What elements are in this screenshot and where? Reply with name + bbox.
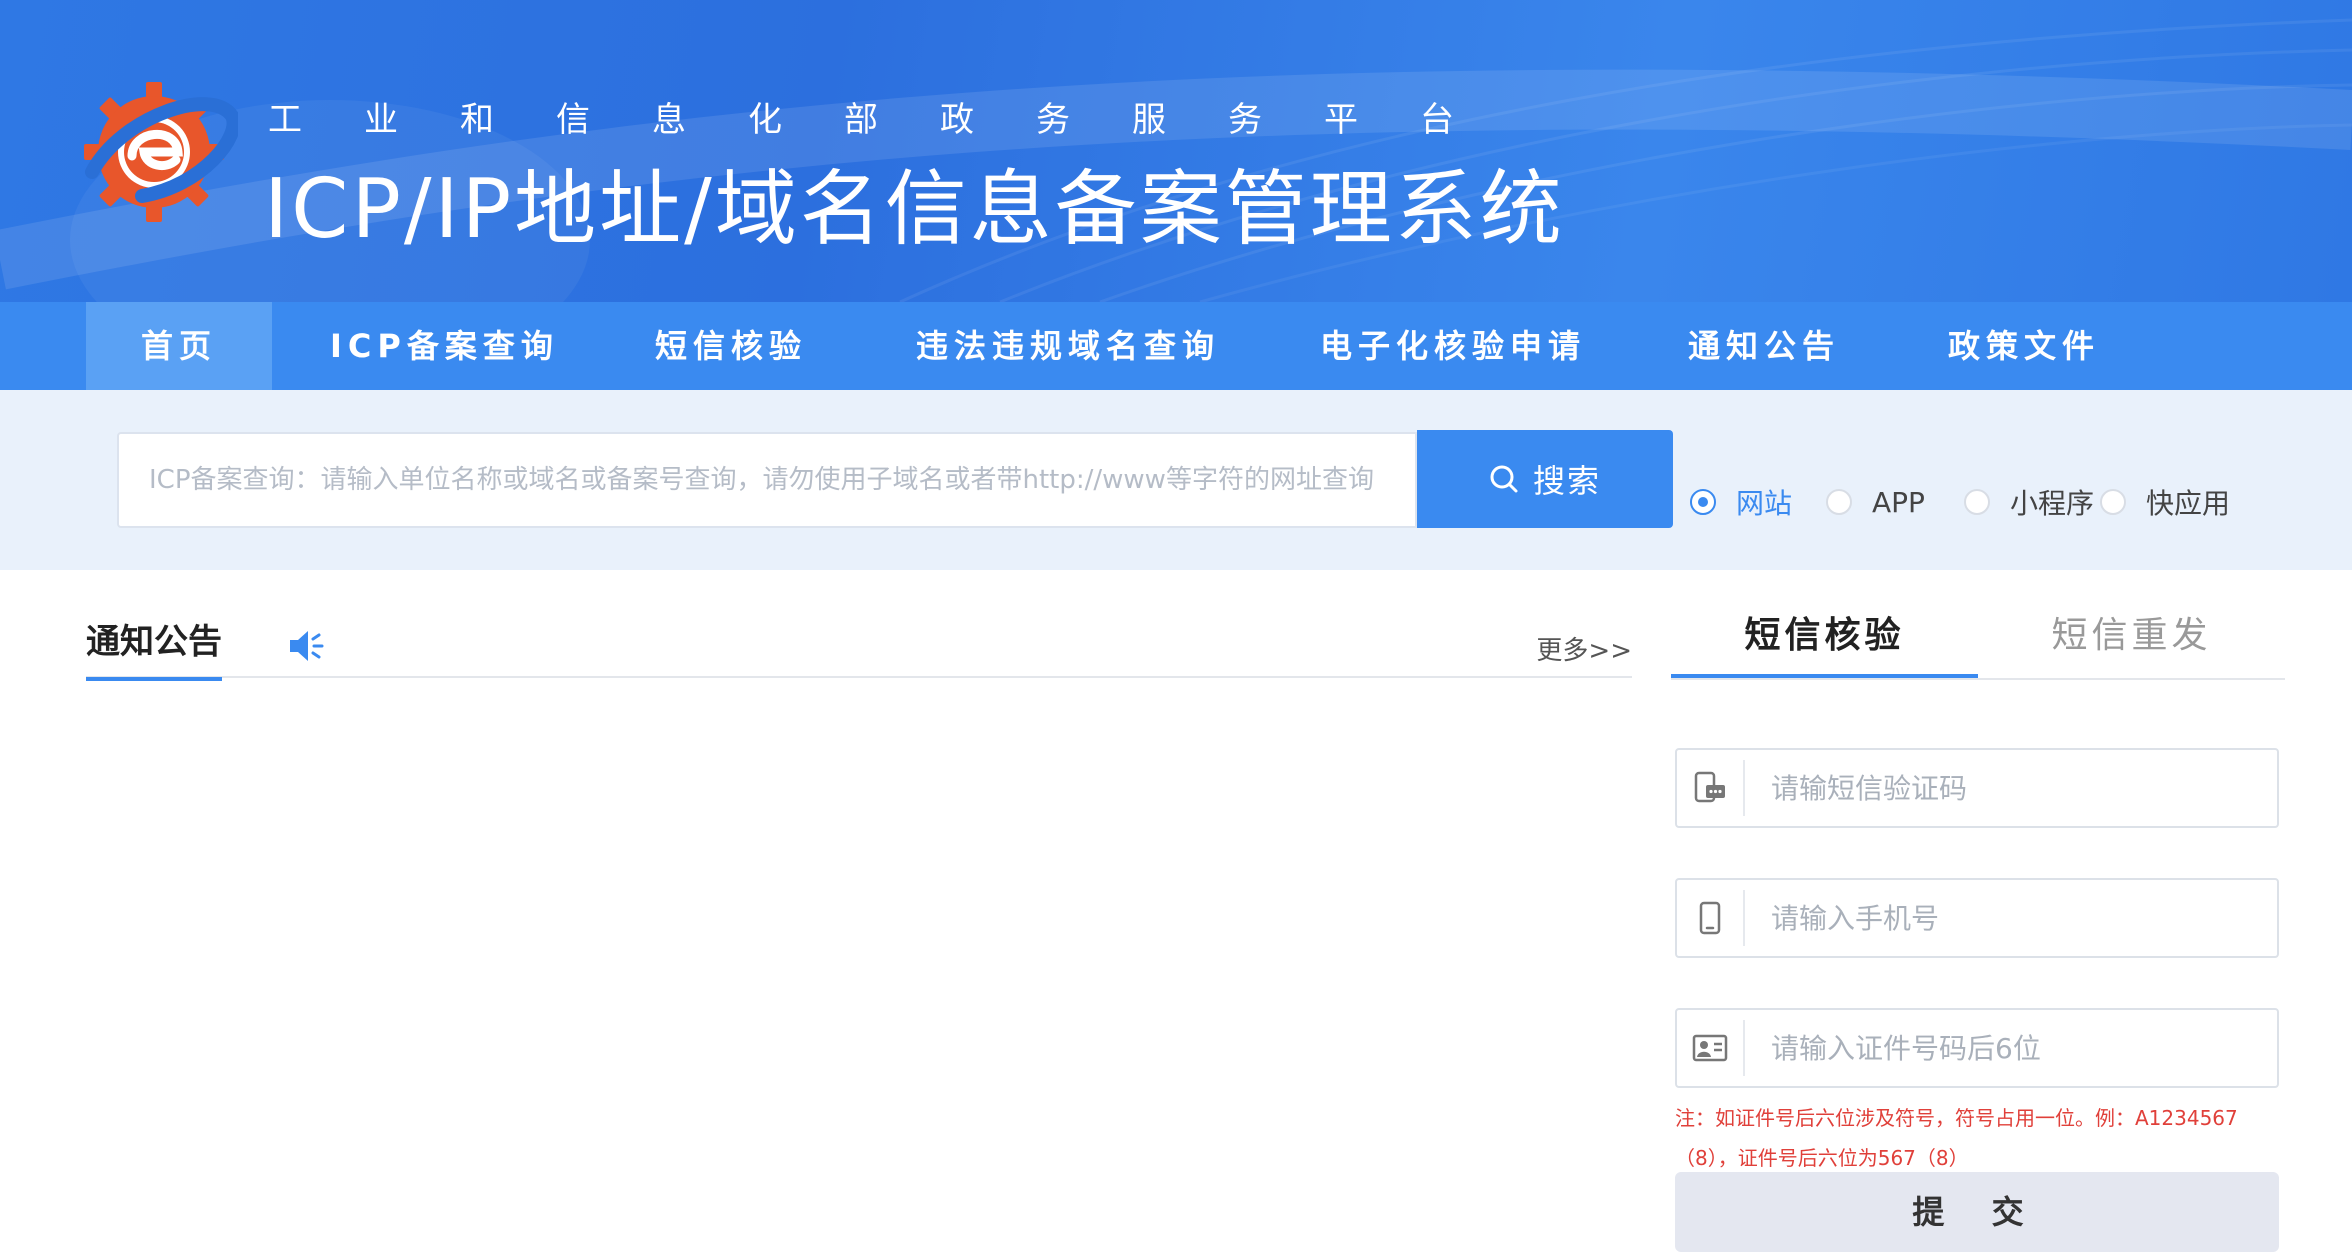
nav-item-electronic-verify[interactable]: 电子化核验申请 bbox=[1320, 302, 1586, 390]
nav-item-home[interactable]: 首页 bbox=[86, 302, 272, 390]
id-field bbox=[1675, 1008, 2279, 1088]
header-banner: 工业和信息化部政务服务平台 ICP/IP地址/域名信息备案管理系统 bbox=[0, 0, 2352, 302]
radio-label: 网站 bbox=[1736, 487, 1793, 520]
submit-button[interactable]: 提 交 bbox=[1675, 1172, 2279, 1252]
id-note: 注：如证件号后六位涉及符号，符号占用一位。例：A1234567（8），证件号后六… bbox=[1675, 1106, 2238, 1170]
search-button-label: 搜索 bbox=[1532, 462, 1601, 500]
radio-website[interactable]: 网站 bbox=[1690, 482, 1792, 522]
search-button[interactable]: 搜索 bbox=[1417, 430, 1673, 528]
miit-logo-icon bbox=[84, 82, 238, 222]
id-card-icon bbox=[1677, 1020, 1745, 1076]
system-title: ICP/IP地址/域名信息备案管理系统 bbox=[264, 162, 1565, 257]
sms-code-input[interactable] bbox=[1745, 750, 2277, 826]
radio-label: 快应用 bbox=[2146, 487, 2231, 520]
radio-quickapp[interactable]: 快应用 bbox=[2100, 482, 2230, 522]
search-icon bbox=[1490, 465, 1518, 493]
id-input[interactable] bbox=[1745, 1010, 2277, 1086]
radio-dot bbox=[1826, 489, 1852, 515]
nav-item-sms-verify[interactable]: 短信核验 bbox=[655, 302, 807, 390]
radio-dot bbox=[2100, 489, 2126, 515]
search-input[interactable] bbox=[119, 434, 1415, 526]
phone-input[interactable] bbox=[1745, 880, 2277, 956]
radio-dot bbox=[1964, 489, 1990, 515]
speaker-icon bbox=[290, 631, 324, 661]
nav-item-policy[interactable]: 政策文件 bbox=[1948, 302, 2100, 390]
main-nav: 首页 ICP备案查询 短信核验 违法违规域名查询 电子化核验申请 通知公告 政策… bbox=[0, 302, 2352, 390]
notice-more-link[interactable]: 更多>> bbox=[1536, 630, 1632, 667]
sms-tabs: 短信核验 短信重发 bbox=[1671, 610, 2285, 680]
nav-item-illegal-domain[interactable]: 违法违规域名查询 bbox=[916, 302, 1220, 390]
notice-title: 通知公告 bbox=[86, 614, 222, 681]
radio-dot bbox=[1690, 489, 1716, 515]
nav-item-notice[interactable]: 通知公告 bbox=[1688, 302, 1840, 390]
nav-item-icp-query[interactable]: ICP备案查询 bbox=[330, 302, 559, 390]
radio-label: 小程序 bbox=[2010, 487, 2095, 520]
tab-sms-resend[interactable]: 短信重发 bbox=[1978, 610, 2285, 678]
phone-icon bbox=[1677, 890, 1745, 946]
phone-field bbox=[1675, 878, 2279, 958]
message-icon bbox=[1677, 760, 1745, 816]
search-box bbox=[117, 432, 1417, 528]
radio-app[interactable]: APP bbox=[1826, 482, 1925, 522]
radio-miniprogram[interactable]: 小程序 bbox=[1964, 482, 2094, 522]
radio-label: APP bbox=[1872, 485, 1925, 519]
platform-subtitle: 工业和信息化部政务服务平台 bbox=[268, 100, 1516, 140]
sms-code-field bbox=[1675, 748, 2279, 828]
notice-header: 通知公告 更多>> bbox=[86, 610, 1632, 681]
tab-sms-verify[interactable]: 短信核验 bbox=[1671, 610, 1978, 678]
